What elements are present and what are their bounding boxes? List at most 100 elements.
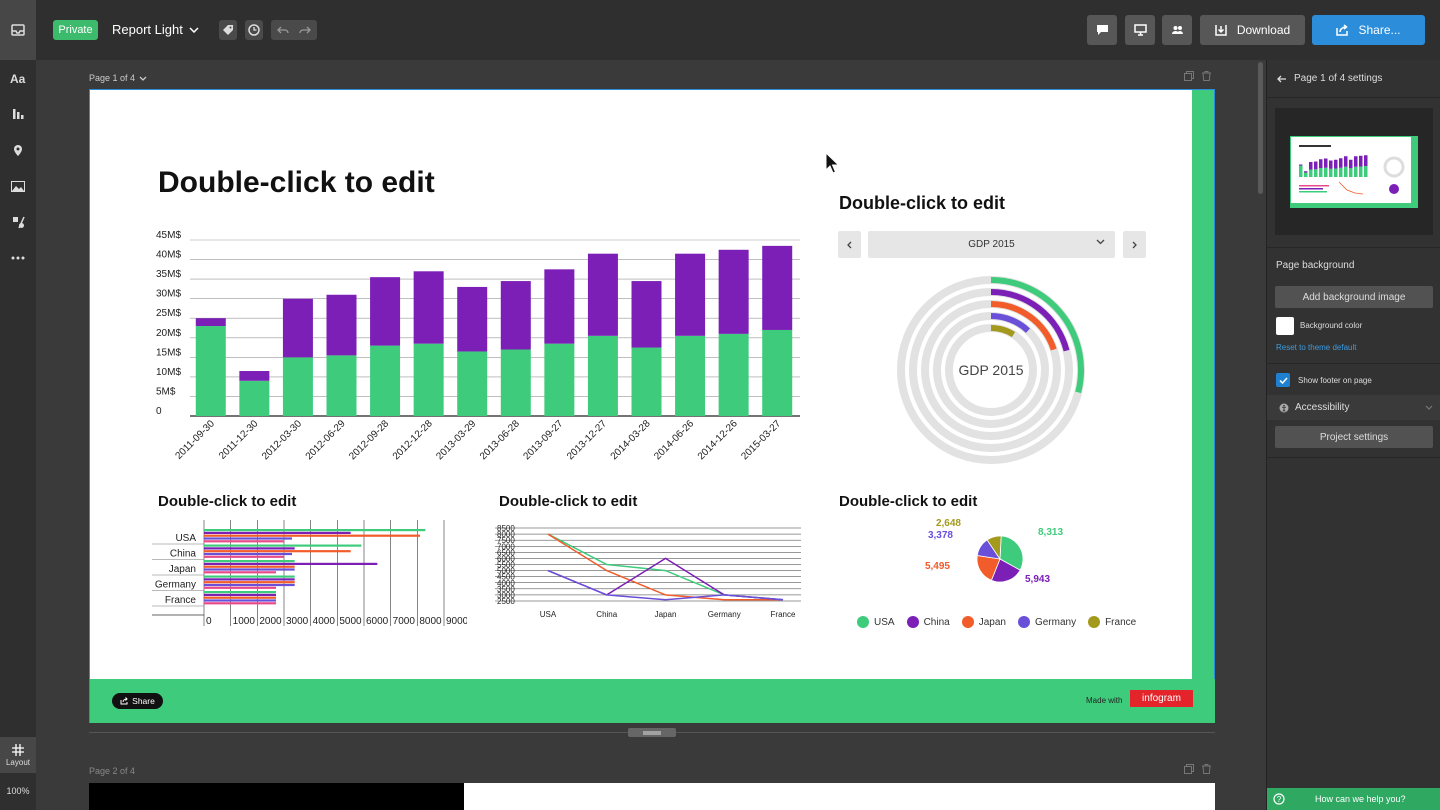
hbar [204, 531, 351, 534]
privacy-badge[interactable]: Private [53, 20, 98, 40]
x-tick-label: USA [540, 610, 557, 619]
redo-icon[interactable] [299, 25, 311, 35]
prev-button[interactable] [838, 231, 861, 258]
legend-swatch [1088, 616, 1101, 628]
data-label: 5,495 [925, 561, 950, 572]
comments-button[interactable] [1087, 15, 1117, 45]
layout-button[interactable]: Layout [0, 737, 36, 773]
report-page[interactable]: Double-click to edit Double-click to edi… [89, 89, 1215, 723]
bar-segment [239, 380, 270, 416]
hbar [204, 547, 295, 550]
reset-theme-link[interactable]: Reset to theme default [1276, 343, 1357, 352]
add-background-image-button[interactable]: Add background image [1275, 286, 1433, 308]
resize-handle[interactable] [628, 728, 676, 737]
project-settings-button[interactable]: Project settings [1275, 426, 1433, 448]
stacked-bar-chart[interactable]: 0 5M$ 10M$ 15M$ 20M$ 25M$ 30M$ 35M$ 40M$ 45M$ 2011… [150, 230, 810, 470]
hbar-title[interactable]: Double-click to edit [158, 493, 296, 510]
theme-selector[interactable]: Report Light [112, 22, 199, 37]
duplicate-icon[interactable] [1184, 71, 1194, 81]
data-label: 3,378 [928, 530, 953, 541]
text-tool[interactable]: Aa [0, 66, 36, 90]
panel-header[interactable]: Page 1 of 4 settings [1267, 60, 1440, 97]
history-button[interactable] [245, 20, 263, 40]
home-button[interactable] [0, 0, 36, 60]
donut-title[interactable]: Double-click to edit [839, 193, 1005, 214]
chart-tool[interactable] [0, 102, 36, 126]
y-tick-label: 30M$ [156, 289, 181, 300]
undo-icon[interactable] [277, 25, 289, 35]
download-label: Download [1236, 23, 1291, 37]
main-title[interactable]: Double-click to edit [158, 166, 435, 200]
pie-chart[interactable]: 8,313 5,943 5,495 3,3782,648 [920, 518, 1080, 598]
page-label: Page 1 of 4 [89, 73, 136, 83]
legend-swatch [857, 616, 869, 628]
gdp-dropdown[interactable]: GDP 2015 [868, 231, 1115, 258]
hbar [204, 571, 276, 574]
bar-segment [587, 253, 618, 336]
category-label: USA [175, 533, 196, 544]
x-tick-label: Germany [708, 610, 741, 619]
download-button[interactable]: Download [1200, 15, 1305, 45]
data-label: 2,648 [936, 518, 961, 529]
hbar [204, 568, 295, 571]
infogram-logo[interactable]: infogram [1130, 690, 1193, 707]
thumbnail-bar [1339, 158, 1343, 168]
bar-segment [544, 343, 575, 416]
legend-item[interactable]: China [906, 616, 950, 628]
legend-item[interactable]: Japan [961, 616, 1006, 628]
gdp-ring-chart[interactable]: GDP 2015 [891, 270, 1091, 470]
horizontal-bar-chart[interactable]: 0 1000 2000 3000 4000 5000 6000 7000 8000 9000 USA… [152, 520, 467, 635]
bar-segment [282, 357, 313, 416]
drag-icon [643, 731, 661, 734]
report-page-2[interactable] [89, 783, 1215, 810]
pie-legend: USA China Japan Germany France [857, 616, 1136, 628]
page-thumbnail[interactable] [1290, 136, 1418, 208]
chevron-right-icon [1132, 241, 1137, 248]
help-chat-button[interactable]: ? How can we help you? [1267, 788, 1440, 810]
page-preview [1275, 108, 1433, 235]
bar-segment [718, 333, 749, 416]
shapes-tool[interactable] [0, 210, 36, 234]
legend-item[interactable]: Germany [1017, 616, 1076, 628]
page2-label[interactable]: Page 2 of 4 [89, 766, 135, 776]
bar-segment [500, 281, 531, 350]
legend-item[interactable]: France [1088, 616, 1136, 628]
inbox-icon [11, 24, 25, 36]
show-footer-checkbox[interactable] [1276, 373, 1290, 387]
svg-text:?: ? [1277, 795, 1282, 804]
y-tick-label: 10M$ [156, 367, 181, 378]
present-button[interactable] [1125, 15, 1155, 45]
share-button[interactable]: Share... [1312, 15, 1425, 45]
thumbnail-bar [1304, 171, 1308, 173]
zoom-level[interactable]: 100% [0, 786, 36, 796]
legend-item[interactable]: USA [857, 616, 895, 628]
category-label: Japan [169, 564, 196, 575]
image-tool[interactable] [0, 174, 36, 198]
thumbnail-bar [1309, 169, 1313, 177]
line-chart[interactable]: 2500300035004000450050005500600065007000… [493, 520, 803, 635]
pie-title[interactable]: Double-click to edit [839, 493, 977, 510]
trash-icon[interactable] [1202, 764, 1211, 774]
next-button[interactable] [1123, 231, 1146, 258]
x-tick-label: 2012-03-30 [260, 418, 304, 462]
trash-icon[interactable] [1202, 71, 1211, 81]
more-tool[interactable] [0, 246, 36, 270]
team-button[interactable] [1162, 15, 1192, 45]
tag-button[interactable] [219, 20, 237, 40]
thumbnail-bar [1354, 156, 1358, 167]
duplicate-icon[interactable] [1184, 764, 1194, 774]
y-tick-label: 20M$ [156, 328, 181, 339]
background-color-swatch[interactable] [1276, 317, 1294, 335]
mouse-cursor-icon [825, 152, 839, 174]
footer-share-button[interactable]: Share [112, 693, 163, 709]
page-selector[interactable]: Page 1 of 4 [89, 73, 147, 83]
map-tool[interactable] [0, 138, 36, 162]
hbar [204, 534, 420, 537]
accessibility-section[interactable]: Accessibility [1267, 395, 1440, 420]
shapes-icon [12, 216, 25, 228]
accessibility-label: Accessibility [1295, 402, 1350, 413]
canvas-scrollbar[interactable] [1258, 62, 1263, 194]
monitor-icon [1133, 24, 1147, 36]
y-tick-label: 45M$ [156, 230, 181, 241]
line-title[interactable]: Double-click to edit [499, 493, 637, 510]
